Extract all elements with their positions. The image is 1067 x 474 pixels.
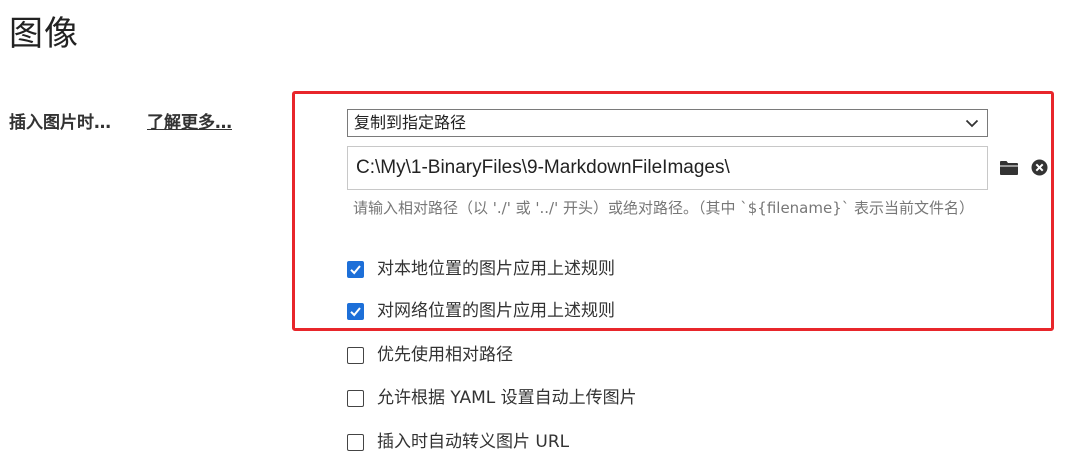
- prefer-relative-label: 优先使用相对路径: [377, 345, 513, 365]
- chevron-down-icon: [965, 119, 979, 128]
- yaml-upload-checkbox[interactable]: [347, 390, 364, 407]
- checkmark-icon: [350, 265, 361, 275]
- apply-network-checkbox[interactable]: [347, 303, 364, 320]
- insert-action-select-value: 复制到指定路径: [354, 113, 467, 132]
- image-settings-page: 图像 插入图片时… 了解更多… 复制到指定路径 C:\My\1-BinaryFi…: [0, 0, 1067, 474]
- path-hint-text: 请输入相对路径（以 './' 或 '../' 开头）或绝对路径。（其中 `${f…: [353, 199, 975, 217]
- insert-action-select[interactable]: 复制到指定路径: [347, 109, 988, 137]
- apply-local-label: 对本地位置的图片应用上述规则: [377, 259, 615, 279]
- checkmark-icon: [350, 307, 361, 317]
- folder-icon[interactable]: [999, 159, 1019, 176]
- apply-network-label: 对网络位置的图片应用上述规则: [377, 301, 615, 321]
- learn-more-link[interactable]: 了解更多…: [147, 111, 232, 135]
- escape-url-label: 插入时自动转义图片 URL: [377, 432, 570, 452]
- insert-image-label: 插入图片时…: [9, 113, 111, 133]
- section-title: 图像: [9, 14, 79, 54]
- escape-url-checkbox[interactable]: [347, 434, 364, 451]
- image-path-input[interactable]: C:\My\1-BinaryFiles\9-MarkdownFileImages…: [347, 146, 988, 190]
- apply-local-checkbox[interactable]: [347, 261, 364, 278]
- clear-icon[interactable]: [1031, 159, 1048, 176]
- yaml-upload-label: 允许根据 YAML 设置自动上传图片: [377, 388, 637, 408]
- prefer-relative-checkbox[interactable]: [347, 347, 364, 364]
